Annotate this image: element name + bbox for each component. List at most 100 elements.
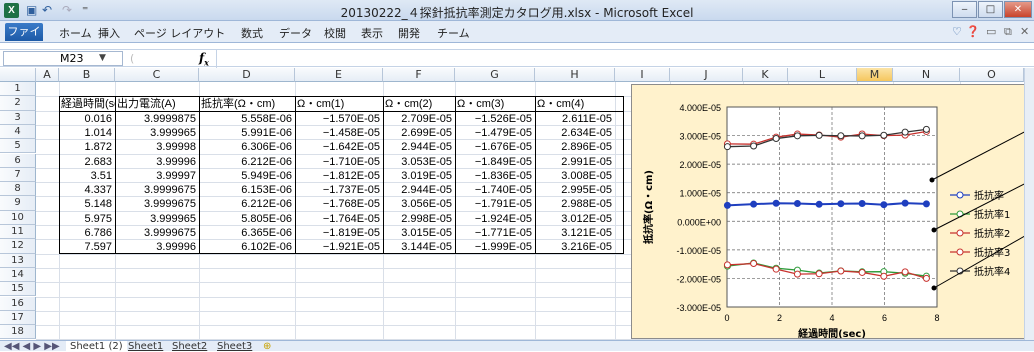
tab-data[interactable]: データ xyxy=(279,25,312,41)
table-cell[interactable]: −1.764E-05 xyxy=(295,212,383,226)
table-cell[interactable]: 3.9999675 xyxy=(115,197,199,211)
column-header-a[interactable]: A xyxy=(36,68,59,82)
column-header-h[interactable]: H xyxy=(535,68,615,82)
table-cell[interactable]: −1.999E-05 xyxy=(455,240,535,254)
table-cell[interactable]: 3.99997 xyxy=(115,169,199,183)
table-cell[interactable]: 3.121E-05 xyxy=(535,226,615,240)
table-cell[interactable]: 3.99998 xyxy=(115,140,199,154)
table-cell[interactable]: 3.144E-05 xyxy=(383,240,455,254)
table-cell[interactable]: 5.991E-06 xyxy=(199,126,295,140)
column-header-k[interactable]: K xyxy=(743,68,788,82)
table-cell[interactable]: 6.102E-06 xyxy=(199,240,295,254)
table-cell[interactable]: 3.999965 xyxy=(115,212,199,226)
row-header[interactable]: 5 xyxy=(0,139,36,154)
row-header[interactable]: 12 xyxy=(0,239,36,254)
table-cell[interactable]: −1.768E-05 xyxy=(295,197,383,211)
restore-workbook-icon[interactable]: ⧉ xyxy=(1004,25,1012,39)
table-cell[interactable]: 7.597 xyxy=(59,240,115,254)
maximize-button[interactable]: □ xyxy=(978,1,1003,18)
table-header-cell[interactable]: Ω・cm(4) xyxy=(535,97,615,111)
chevron-down-icon[interactable]: ▼ xyxy=(99,52,106,65)
column-header-l[interactable]: L xyxy=(788,68,857,82)
table-header-cell[interactable]: Ω・cm(3) xyxy=(455,97,535,111)
table-cell[interactable]: −1.526E-05 xyxy=(455,112,535,126)
table-cell[interactable]: −1.791E-05 xyxy=(455,197,535,211)
table-header-cell[interactable]: Ω・cm(1) xyxy=(295,97,383,111)
row-header[interactable]: 16 xyxy=(0,296,36,311)
table-cell[interactable]: 3.51 xyxy=(59,169,115,183)
table-cell[interactable]: −1.740E-05 xyxy=(455,183,535,197)
table-cell[interactable]: 2.699E-05 xyxy=(383,126,455,140)
row-header[interactable]: 2 xyxy=(0,96,36,111)
table-cell[interactable]: −1.836E-05 xyxy=(455,169,535,183)
column-header-d[interactable]: D xyxy=(199,68,295,82)
tab-view[interactable]: 表示 xyxy=(361,25,383,41)
collapse-ribbon-icon[interactable]: ♡ xyxy=(952,25,962,38)
table-cell[interactable]: 3.015E-05 xyxy=(383,226,455,240)
row-header[interactable]: 17 xyxy=(0,310,36,326)
table-cell[interactable]: 6.365E-06 xyxy=(199,226,295,240)
row-header[interactable]: 13 xyxy=(0,253,36,268)
table-cell[interactable]: −1.921E-05 xyxy=(295,240,383,254)
table-cell[interactable]: −1.458E-05 xyxy=(295,126,383,140)
chart-area[interactable]: 4.000E-05 3.000E-05 2.000E-05 1.000E-05 0.00… xyxy=(631,84,1031,340)
row-header[interactable]: 6 xyxy=(0,153,36,168)
row-header[interactable]: 3 xyxy=(0,110,36,125)
table-header-cell[interactable]: 経過時間(sec) xyxy=(59,97,115,111)
table-cell[interactable]: 5.148 xyxy=(59,197,115,211)
table-cell[interactable]: 6.306E-06 xyxy=(199,140,295,154)
table-cell[interactable]: 5.975 xyxy=(59,212,115,226)
tab-page-layout[interactable]: ページ レイアウト xyxy=(134,25,225,41)
table-cell[interactable]: 1.872 xyxy=(59,140,115,154)
insert-function-icon[interactable]: fx xyxy=(199,51,209,67)
vertical-scrollbar[interactable] xyxy=(1024,68,1034,340)
table-header-cell[interactable]: Ω・cm(2) xyxy=(383,97,455,111)
table-cell[interactable]: 5.558E-06 xyxy=(199,112,295,126)
table-cell[interactable]: 3.216E-05 xyxy=(535,240,615,254)
row-header[interactable]: 10 xyxy=(0,210,36,225)
column-header-n[interactable]: N xyxy=(893,68,960,82)
tab-review[interactable]: 校閲 xyxy=(324,25,346,41)
minimize-button[interactable]: ‒ xyxy=(952,1,977,18)
table-cell[interactable]: 2.995E-05 xyxy=(535,183,615,197)
name-box[interactable]: M23 ▼ xyxy=(3,51,123,66)
table-cell[interactable]: 3.056E-05 xyxy=(383,197,455,211)
table-cell[interactable]: 2.944E-05 xyxy=(383,183,455,197)
column-header-j[interactable]: J xyxy=(670,68,743,82)
sheet-tab-active[interactable]: Sheet1 (2) xyxy=(66,341,127,352)
column-header-b[interactable]: B xyxy=(59,68,115,82)
tab-formulas[interactable]: 数式 xyxy=(241,25,263,41)
table-cell[interactable]: 3.053E-05 xyxy=(383,155,455,169)
tab-home[interactable]: ホーム xyxy=(59,25,92,41)
table-cell[interactable]: −1.570E-05 xyxy=(295,112,383,126)
table-cell[interactable]: 2.896E-05 xyxy=(535,140,615,154)
row-header[interactable]: 18 xyxy=(0,325,36,340)
table-cell[interactable]: 2.944E-05 xyxy=(383,140,455,154)
column-header-i[interactable]: I xyxy=(615,68,670,82)
table-cell[interactable]: 5.949E-06 xyxy=(199,169,295,183)
insert-sheet-icon[interactable]: ⊕ xyxy=(263,341,271,352)
sheet-tab[interactable]: Sheet1 xyxy=(128,341,163,352)
table-cell[interactable]: −1.819E-05 xyxy=(295,226,383,240)
table-cell[interactable]: 6.153E-06 xyxy=(199,183,295,197)
table-cell[interactable]: 3.999965 xyxy=(115,126,199,140)
column-header-m[interactable]: M xyxy=(857,68,893,82)
column-header-c[interactable]: C xyxy=(115,68,199,82)
table-cell[interactable]: 3.9999875 xyxy=(115,112,199,126)
sheet-tab[interactable]: Sheet2 xyxy=(172,341,207,352)
table-cell[interactable]: 4.337 xyxy=(59,183,115,197)
table-cell[interactable]: −1.642E-05 xyxy=(295,140,383,154)
table-cell[interactable]: 2.611E-05 xyxy=(535,112,615,126)
column-header-o[interactable]: O xyxy=(960,68,1024,82)
select-all-corner[interactable] xyxy=(0,68,36,82)
table-header-cell[interactable]: 抵抗率(Ω・cm) xyxy=(199,97,295,111)
table-cell[interactable]: −1.924E-05 xyxy=(455,212,535,226)
table-cell[interactable]: 3.9999675 xyxy=(115,226,199,240)
table-cell[interactable]: −1.479E-05 xyxy=(455,126,535,140)
table-cell[interactable]: 5.805E-06 xyxy=(199,212,295,226)
table-cell[interactable]: 2.988E-05 xyxy=(535,197,615,211)
cancel-formula-icon[interactable]: ( xyxy=(130,52,134,65)
tab-insert[interactable]: 挿入 xyxy=(98,25,120,41)
table-cell[interactable]: 3.9999675 xyxy=(115,183,199,197)
sheet-tab[interactable]: Sheet3 xyxy=(217,341,252,352)
